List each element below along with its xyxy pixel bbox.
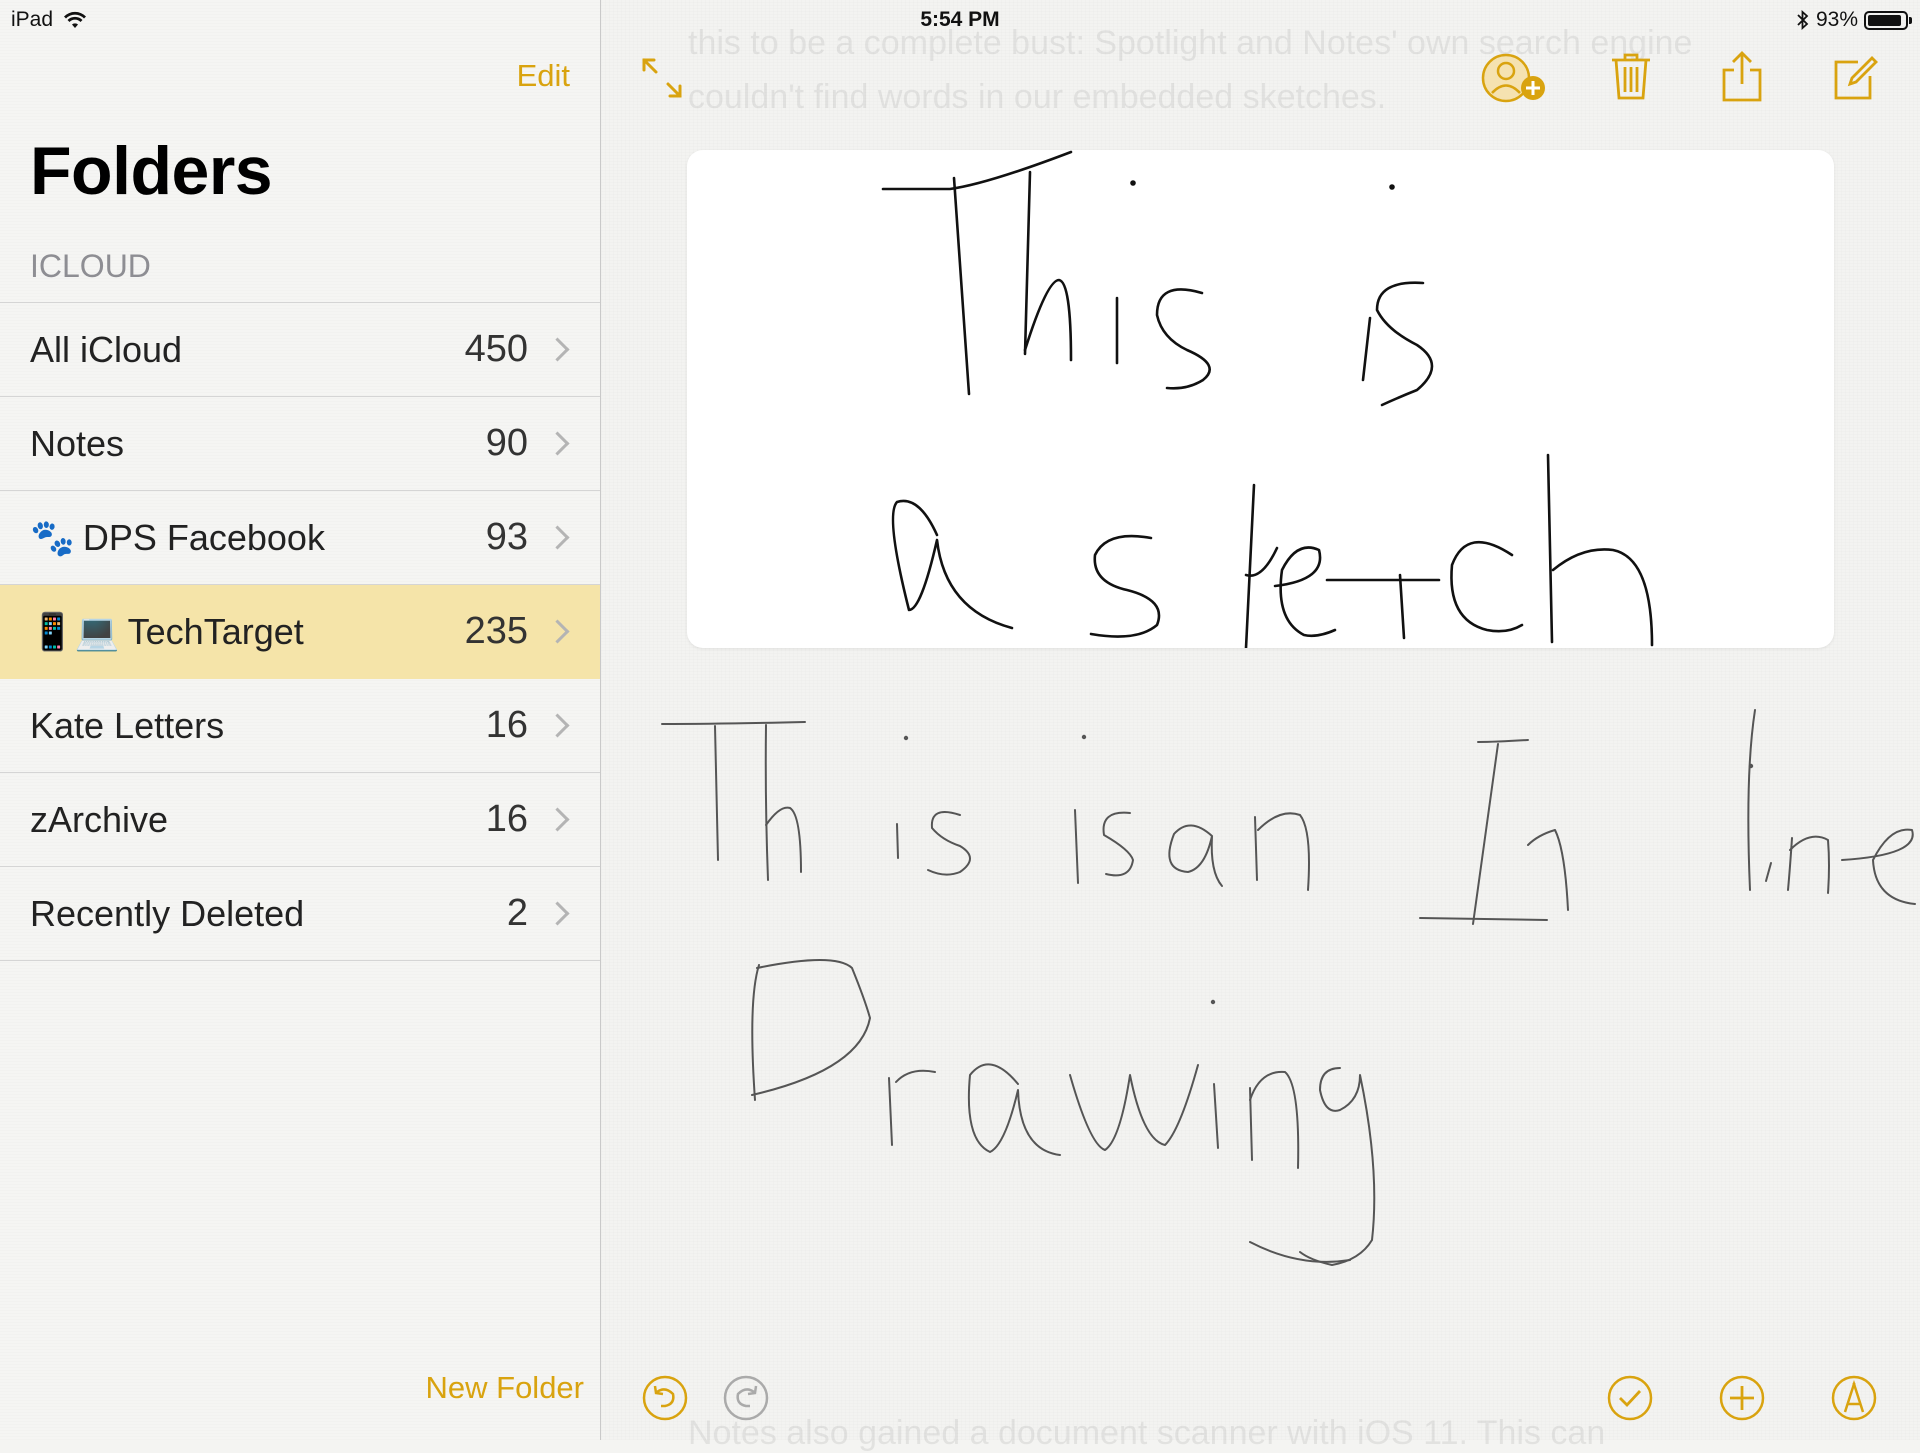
folder-name: zArchive — [30, 799, 168, 841]
folder-emoji-icon: 📱💻 — [30, 610, 120, 652]
add-icon[interactable] — [1718, 1374, 1766, 1422]
redo-icon[interactable] — [722, 1374, 770, 1422]
page-title: Folders — [30, 133, 273, 209]
folder-row-recently-deleted[interactable]: Recently Deleted 2 — [0, 867, 600, 961]
battery-icon — [1864, 10, 1912, 30]
folder-count: 450 — [464, 328, 528, 370]
folder-name: 📱💻 TechTarget — [30, 611, 304, 653]
status-bar: iPad 5:54 PM 93% — [0, 0, 1920, 38]
folder-label: Notes — [30, 422, 125, 464]
clock: 5:54 PM — [920, 8, 1000, 31]
folder-row-techtarget[interactable]: 📱💻 TechTarget 235 — [0, 585, 600, 679]
ghost-text-bottom: Notes also gained a document scanner wit… — [688, 1414, 1606, 1452]
sidebar: Edit Folders ICLOUD All iCloud 450 Notes 90… — [0, 0, 601, 1440]
inline-drawing[interactable] — [660, 700, 1920, 1280]
folder-name: All iCloud — [30, 329, 182, 371]
battery-percent: 93% — [1815, 8, 1858, 31]
folder-name: 🐾 DPS Facebook — [30, 517, 325, 559]
folder-row-kate-letters[interactable]: Kate Letters 16 — [0, 679, 600, 773]
folder-count: 16 — [485, 704, 528, 746]
chevron-right-icon — [545, 431, 570, 456]
folder-count: 2 — [506, 892, 528, 934]
folder-label: Kate Letters — [30, 704, 225, 746]
folder-label: zArchive — [30, 798, 169, 840]
chevron-right-icon — [545, 337, 570, 362]
bluetooth-icon — [1797, 10, 1809, 30]
folder-name: Kate Letters — [30, 705, 224, 747]
battery-fill — [1868, 14, 1902, 26]
folder-label: Recently Deleted — [30, 892, 305, 934]
share-icon[interactable] — [1720, 50, 1764, 104]
expand-icon[interactable] — [638, 54, 686, 102]
folder-list: All iCloud 450 Notes 90 🐾 DPS Facebook 93 📱💻 Tec… — [0, 302, 600, 961]
folder-name: Notes — [30, 423, 124, 465]
edit-button[interactable]: Edit — [517, 58, 570, 94]
folder-row-notes[interactable]: Notes 90 — [0, 397, 600, 491]
folder-count: 93 — [485, 516, 528, 558]
compose-icon[interactable] — [1832, 54, 1878, 102]
folder-row-all-icloud[interactable]: All iCloud 450 — [0, 303, 600, 397]
section-header-icloud: ICLOUD — [30, 248, 151, 284]
chevron-right-icon — [545, 525, 570, 550]
chevron-right-icon — [545, 713, 570, 738]
folder-count: 16 — [485, 798, 528, 840]
folder-row-dps-facebook[interactable]: 🐾 DPS Facebook 93 — [0, 491, 600, 585]
trash-icon[interactable] — [1610, 52, 1652, 102]
markup-icon[interactable] — [1830, 1374, 1878, 1422]
folder-row-zarchive[interactable]: zArchive 16 — [0, 773, 600, 867]
chevron-right-icon — [545, 807, 570, 832]
folder-count: 90 — [485, 422, 528, 464]
ghost-text-line2: couldn't find words in our embedded sket… — [688, 78, 1387, 116]
folder-name: Recently Deleted — [30, 893, 304, 935]
checklist-icon[interactable] — [1606, 1374, 1654, 1422]
folder-emoji-icon: 🐾 — [30, 516, 75, 558]
sketch-drawing — [881, 150, 1654, 648]
folder-count: 235 — [464, 610, 528, 652]
undo-icon[interactable] — [641, 1374, 689, 1422]
chevron-right-icon — [545, 901, 570, 926]
new-folder-button[interactable]: New Folder — [426, 1370, 585, 1406]
folder-label: TechTarget — [127, 610, 304, 652]
embedded-sketch[interactable] — [687, 150, 1834, 648]
add-person-icon[interactable] — [1480, 50, 1550, 110]
folder-label: All iCloud — [30, 328, 183, 370]
folder-label: DPS Facebook — [82, 516, 325, 558]
chevron-right-icon — [545, 619, 570, 644]
